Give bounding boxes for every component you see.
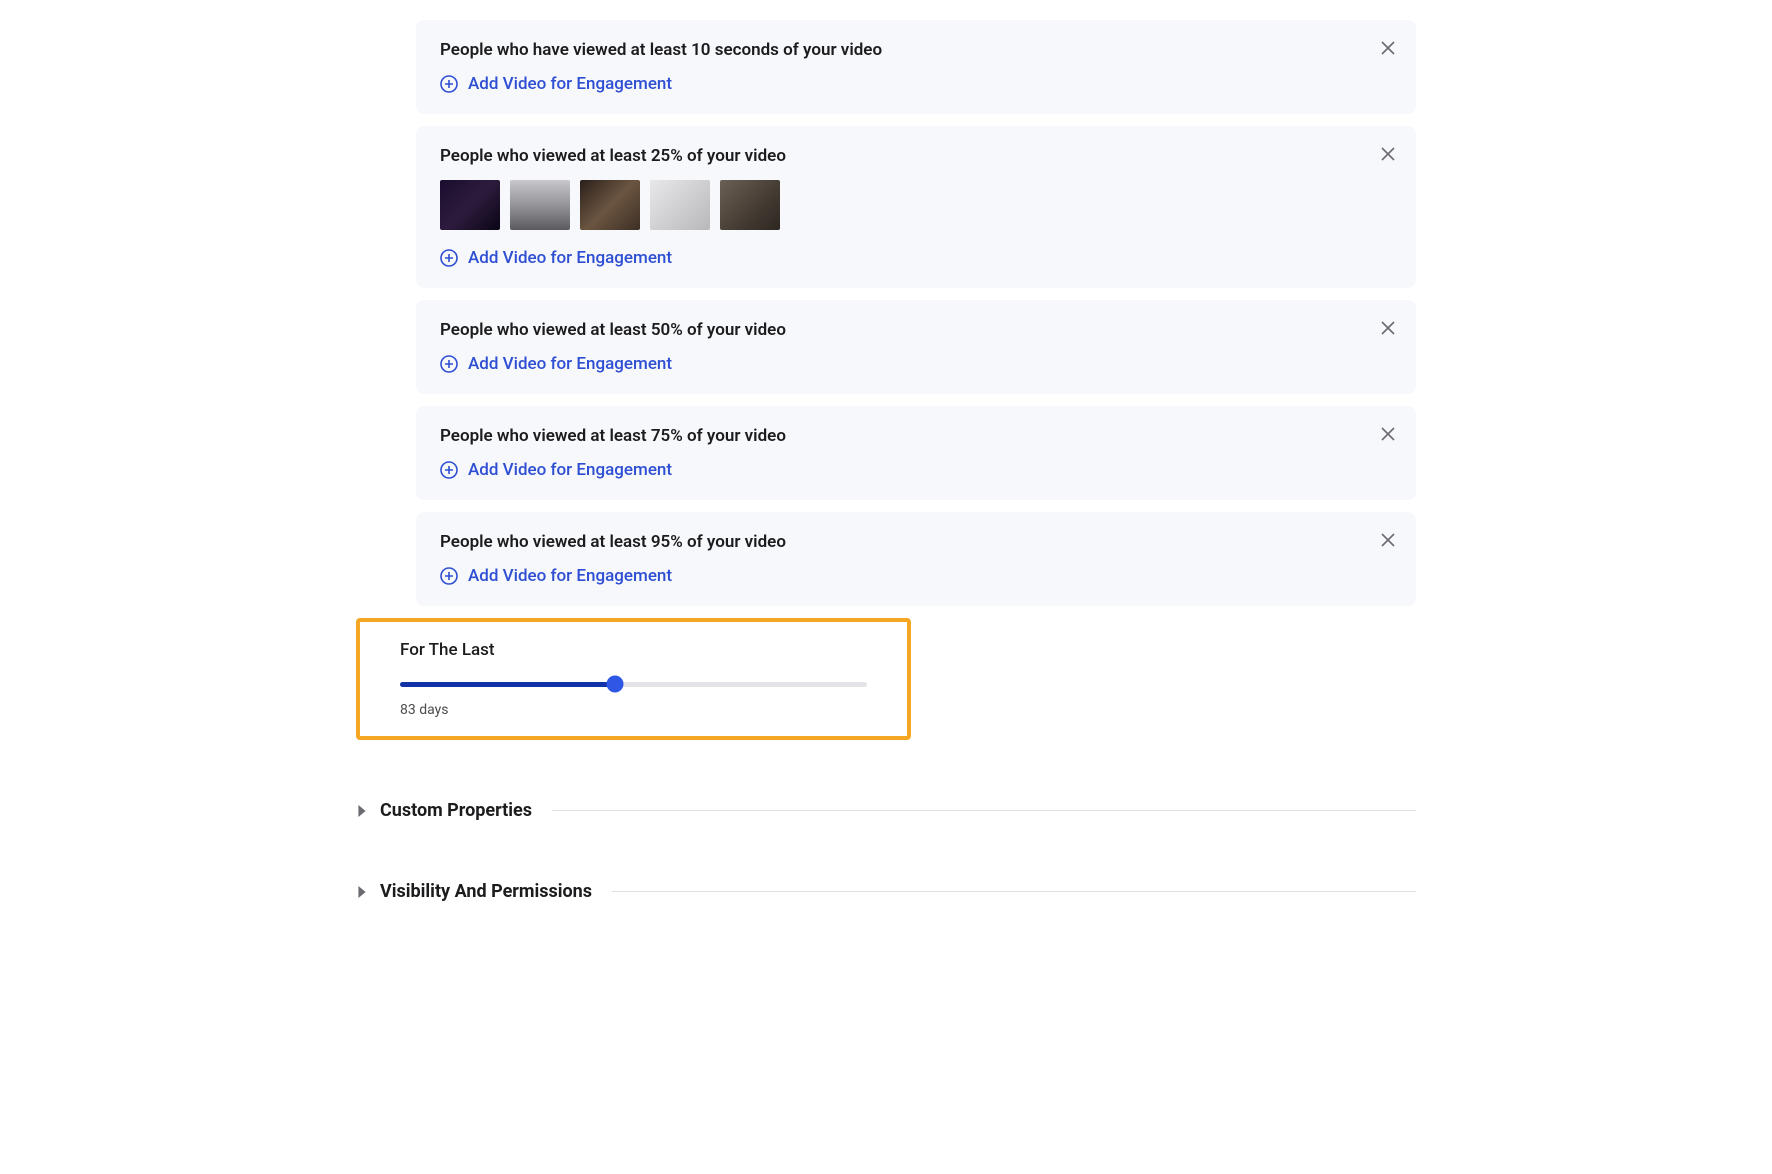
add-video-button[interactable]: Add Video for Engagement xyxy=(440,354,1392,374)
plus-circle-icon xyxy=(440,355,458,373)
retention-slider-highlight: For The Last 83 days xyxy=(356,618,911,740)
close-icon[interactable] xyxy=(1378,38,1398,58)
card-title: People who have viewed at least 10 secon… xyxy=(440,40,1392,60)
engagement-card-75pct: People who viewed at least 75% of your v… xyxy=(416,406,1416,500)
video-thumbnails xyxy=(440,180,1392,230)
card-title: People who viewed at least 50% of your v… xyxy=(440,320,1392,340)
close-icon[interactable] xyxy=(1378,144,1398,164)
engagement-card-25pct: People who viewed at least 25% of your v… xyxy=(416,126,1416,288)
engagement-cards: People who have viewed at least 10 secon… xyxy=(356,20,1416,606)
add-video-label: Add Video for Engagement xyxy=(468,248,672,268)
add-video-label: Add Video for Engagement xyxy=(468,354,672,374)
plus-circle-icon xyxy=(440,249,458,267)
slider-value: 83 days xyxy=(400,702,867,718)
card-title: People who viewed at least 25% of your v… xyxy=(440,146,1392,166)
section-divider xyxy=(612,891,1416,892)
chevron-right-icon xyxy=(356,805,368,817)
slider-label: For The Last xyxy=(400,640,867,660)
plus-circle-icon xyxy=(440,567,458,585)
video-thumbnail[interactable] xyxy=(650,180,710,230)
video-thumbnail[interactable] xyxy=(580,180,640,230)
close-icon[interactable] xyxy=(1378,424,1398,444)
add-video-button[interactable]: Add Video for Engagement xyxy=(440,74,1392,94)
engagement-card-10s: People who have viewed at least 10 secon… xyxy=(416,20,1416,114)
add-video-label: Add Video for Engagement xyxy=(468,74,672,94)
section-divider xyxy=(552,810,1416,811)
plus-circle-icon xyxy=(440,461,458,479)
engagement-card-50pct: People who viewed at least 50% of your v… xyxy=(416,300,1416,394)
retention-slider[interactable] xyxy=(400,674,867,694)
close-icon[interactable] xyxy=(1378,318,1398,338)
add-video-button[interactable]: Add Video for Engagement xyxy=(440,460,1392,480)
add-video-label: Add Video for Engagement xyxy=(468,566,672,586)
slider-track xyxy=(400,682,867,687)
add-video-button[interactable]: Add Video for Engagement xyxy=(440,248,1392,268)
video-thumbnail[interactable] xyxy=(440,180,500,230)
section-title: Custom Properties xyxy=(380,800,532,821)
card-title: People who viewed at least 95% of your v… xyxy=(440,532,1392,552)
plus-circle-icon xyxy=(440,75,458,93)
close-icon[interactable] xyxy=(1378,530,1398,550)
video-thumbnail[interactable] xyxy=(720,180,780,230)
card-title: People who viewed at least 75% of your v… xyxy=(440,426,1392,446)
section-custom-properties[interactable]: Custom Properties xyxy=(356,800,1416,821)
add-video-label: Add Video for Engagement xyxy=(468,460,672,480)
slider-thumb[interactable] xyxy=(606,676,623,693)
section-visibility-permissions[interactable]: Visibility And Permissions xyxy=(356,881,1416,902)
engagement-card-95pct: People who viewed at least 95% of your v… xyxy=(416,512,1416,606)
chevron-right-icon xyxy=(356,886,368,898)
add-video-button[interactable]: Add Video for Engagement xyxy=(440,566,1392,586)
video-thumbnail[interactable] xyxy=(510,180,570,230)
slider-fill xyxy=(400,682,615,687)
section-title: Visibility And Permissions xyxy=(380,881,592,902)
